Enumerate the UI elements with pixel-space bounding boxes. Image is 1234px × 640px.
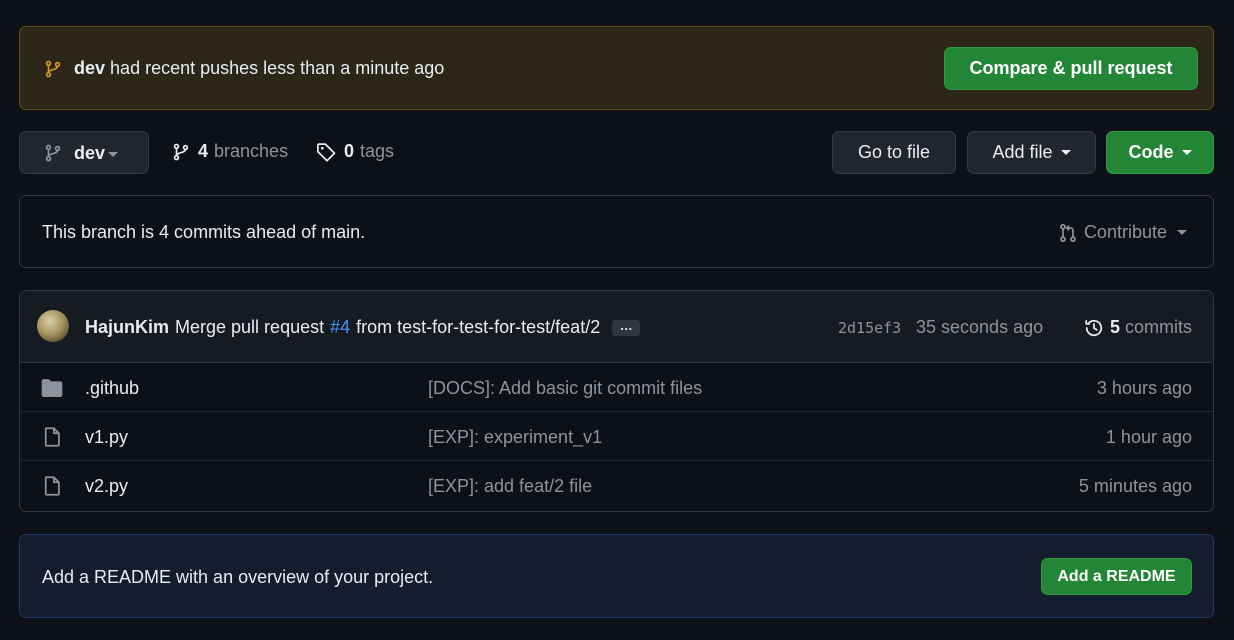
branch-compare-box: This branch is 4 commits ahead of main. …: [19, 195, 1214, 268]
file-commit-message-link[interactable]: [EXP]: add feat/2 file: [428, 476, 592, 497]
commit-message-suffix[interactable]: from test-for-test-for-test/feat/2: [356, 317, 600, 338]
file-icon: [43, 476, 61, 496]
git-pull-request-icon: [1058, 223, 1078, 243]
readme-prompt-box: Add a README with an overview of your pr…: [19, 534, 1214, 618]
branches-link[interactable]: 4 branches: [172, 141, 288, 162]
commit-sha-link[interactable]: 2d15ef3: [838, 319, 901, 337]
file-name-link[interactable]: v1.py: [85, 427, 128, 448]
code-button[interactable]: Code: [1106, 131, 1214, 174]
chevron-down-icon: [1177, 230, 1187, 235]
branch-selector-label: dev: [74, 143, 106, 163]
history-icon: [1084, 318, 1104, 338]
tag-icon: [316, 142, 336, 162]
folder-icon: [41, 378, 63, 398]
tags-count: 0: [344, 141, 355, 161]
commits-count: 5: [1109, 317, 1120, 337]
add-readme-button[interactable]: Add a README: [1041, 558, 1192, 595]
branches-label: branches: [214, 141, 289, 161]
git-branch-icon: [44, 59, 62, 79]
file-row[interactable]: .github [DOCS]: Add basic git commit fil…: [20, 363, 1213, 412]
file-commit-time: 3 hours ago: [1096, 378, 1192, 398]
tags-link[interactable]: 0 tags: [316, 141, 394, 162]
file-table: HajunKim Merge pull request #4 from test…: [19, 290, 1214, 512]
banner-message-text: had recent pushes less than a minute ago: [110, 58, 445, 78]
banner-message: dev had recent pushes less than a minute…: [74, 58, 444, 79]
file-commit-time: 1 hour ago: [1105, 427, 1192, 447]
banner-branch-name[interactable]: dev: [74, 58, 105, 78]
commit-author-link[interactable]: HajunKim: [85, 317, 169, 338]
file-commit-message-link[interactable]: [DOCS]: Add basic git commit files: [428, 378, 702, 399]
commits-history-link[interactable]: 5 commits: [1084, 317, 1192, 338]
chevron-down-icon: [108, 152, 118, 157]
tags-label: tags: [360, 141, 395, 161]
commit-message-prefix[interactable]: Merge pull request: [175, 317, 324, 338]
commits-label: commits: [1125, 317, 1192, 337]
branch-selector-button[interactable]: dev: [19, 131, 149, 174]
avatar[interactable]: [37, 310, 69, 342]
chevron-down-icon: [1181, 150, 1192, 155]
file-name-link[interactable]: .github: [85, 378, 139, 399]
file-icon: [43, 427, 61, 447]
commit-time[interactable]: 35 seconds ago: [916, 317, 1043, 338]
add-file-button[interactable]: Add file: [967, 131, 1096, 174]
contribute-label: Contribute: [1083, 222, 1167, 242]
git-branch-icon: [44, 143, 62, 163]
git-branch-icon: [172, 142, 190, 162]
pull-request-link[interactable]: #4: [330, 317, 350, 338]
go-to-file-button[interactable]: Go to file: [832, 131, 956, 174]
chevron-down-icon: [1060, 150, 1071, 155]
file-name-link[interactable]: v2.py: [85, 476, 128, 497]
compare-pull-request-button[interactable]: Compare & pull request: [944, 47, 1198, 90]
readme-prompt-text: Add a README with an overview of your pr…: [42, 567, 434, 587]
latest-commit-message: HajunKim Merge pull request #4 from test…: [85, 317, 641, 338]
file-row[interactable]: v1.py [EXP]: experiment_v1 1 hour ago: [20, 412, 1213, 461]
contribute-dropdown[interactable]: Contribute: [1058, 222, 1187, 243]
latest-commit-bar: HajunKim Merge pull request #4 from test…: [20, 291, 1213, 363]
branches-count: 4: [198, 141, 209, 161]
file-row[interactable]: v2.py [EXP]: add feat/2 file 5 minutes a…: [20, 461, 1213, 510]
add-file-label: Add file: [992, 142, 1053, 162]
code-label: Code: [1128, 142, 1174, 162]
recent-push-banner: dev had recent pushes less than a minute…: [19, 26, 1214, 110]
file-commit-time: 5 minutes ago: [1078, 476, 1192, 496]
ahead-status-text: This branch is 4 commits ahead of main.: [42, 222, 366, 242]
file-commit-message-link[interactable]: [EXP]: experiment_v1: [428, 427, 602, 448]
expand-commit-button[interactable]: …: [612, 319, 641, 336]
